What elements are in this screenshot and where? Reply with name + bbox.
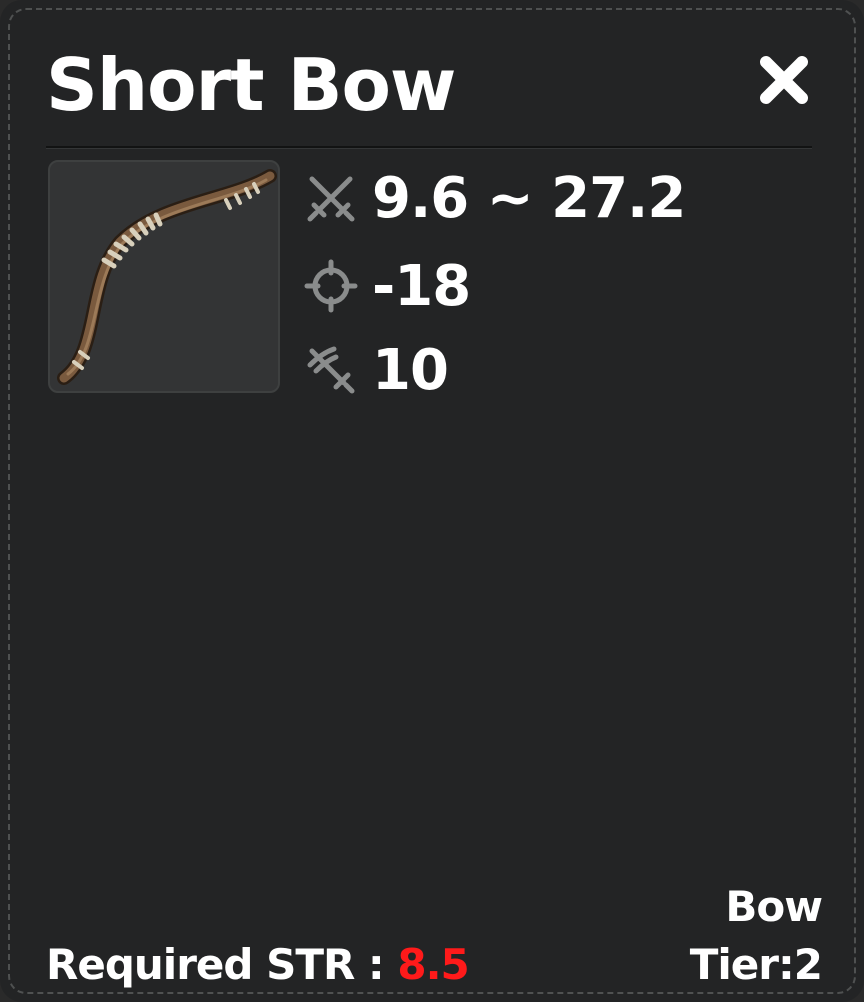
required-str: Required STR : 8.5 xyxy=(46,940,470,989)
crosshair-icon xyxy=(304,259,358,313)
close-button[interactable] xyxy=(756,52,812,108)
stat-row-accuracy: -18 xyxy=(304,253,471,319)
short-bow-icon xyxy=(57,169,277,385)
stat-value: -18 xyxy=(372,253,471,319)
required-str-value: 8.5 xyxy=(397,940,469,989)
sword-speed-icon xyxy=(307,346,355,394)
stat-row-damage: 9.6 ~ 27.2 xyxy=(304,165,686,231)
item-tier-prefix: Tier: xyxy=(689,940,795,989)
item-tooltip-panel: Short Bow 9.6 ~ 27.2 -18 10 Required STR… xyxy=(0,0,864,1002)
item-name: Short Bow xyxy=(46,43,456,127)
item-type: Bow xyxy=(725,882,823,931)
title-divider xyxy=(46,146,812,149)
crossed-swords-icon xyxy=(307,176,355,222)
item-tier: Tier:2 xyxy=(689,940,823,989)
close-icon xyxy=(760,56,808,104)
stat-row-speed: 10 xyxy=(304,337,449,403)
stat-value: 10 xyxy=(372,337,449,403)
item-image-slot xyxy=(48,160,280,393)
item-tier-value: 2 xyxy=(793,940,823,989)
required-str-label: Required STR : xyxy=(46,940,398,989)
stat-value: 9.6 ~ 27.2 xyxy=(372,165,686,231)
stitched-border xyxy=(8,8,856,994)
